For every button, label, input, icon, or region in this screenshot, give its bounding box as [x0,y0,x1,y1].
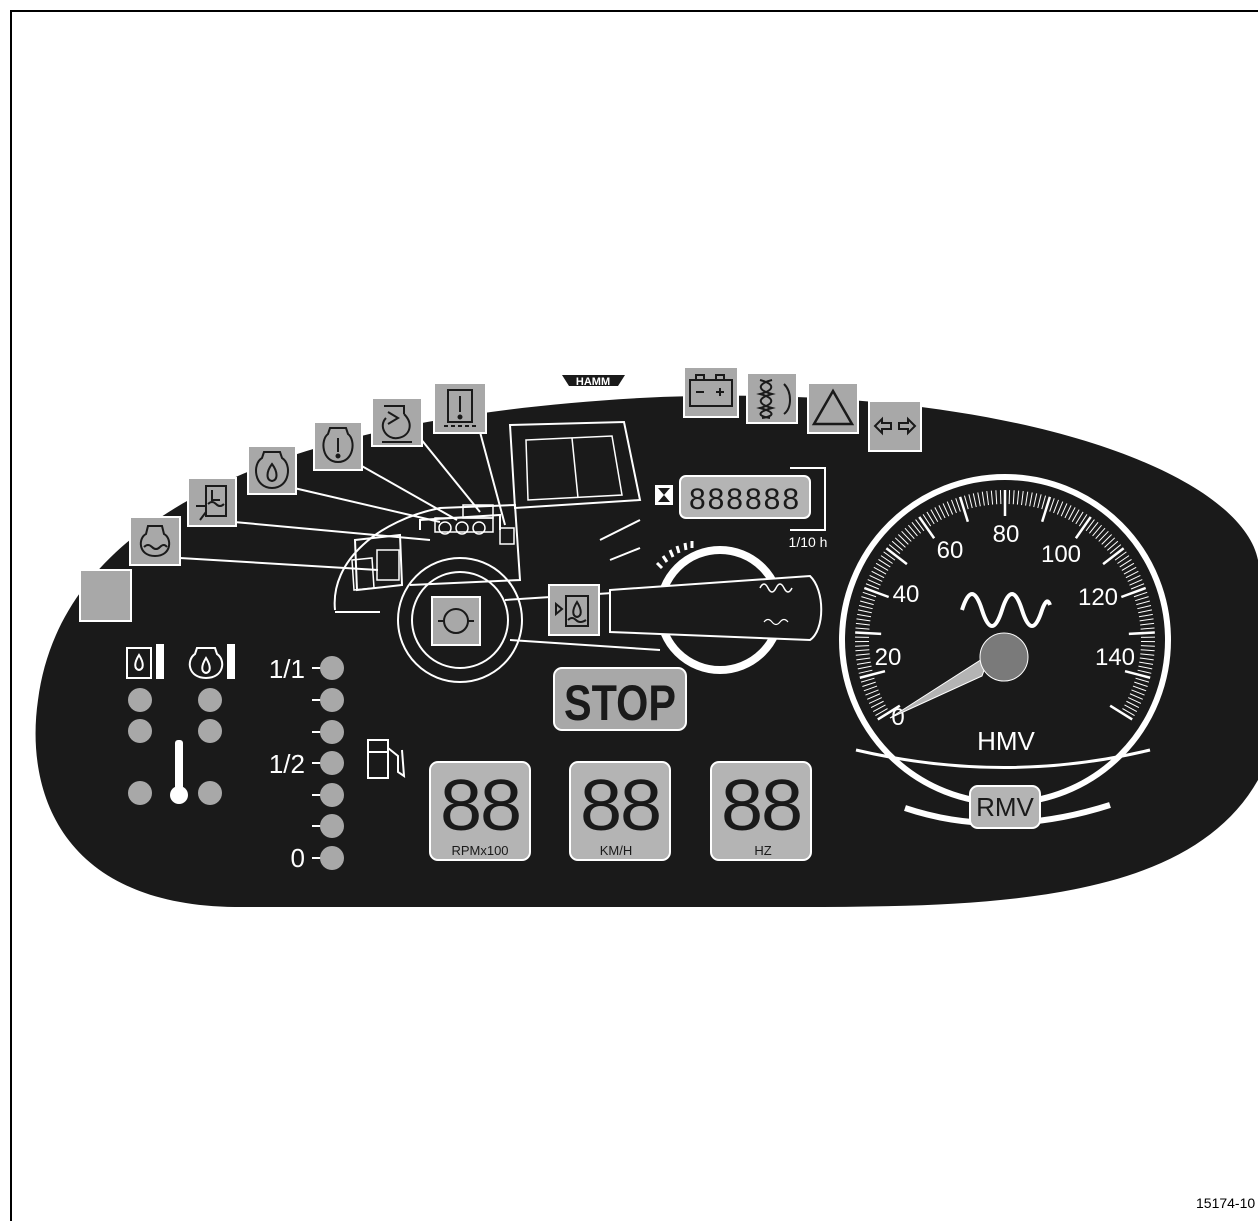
frequency-unit: HZ [754,843,771,858]
fuel-label-full: 1/1 [269,654,305,684]
temp-led [198,719,222,743]
temp-led [128,719,152,743]
turn-signal-lamp [868,400,922,452]
svg-text:HAMM: HAMM [576,376,610,388]
general-warning-lamp [807,382,859,434]
engine-oil-pressure-lamp [247,445,297,495]
svg-text:GROUP: GROUP [510,386,532,392]
svg-text:WIRTGEN: WIRTGEN [502,373,540,382]
speedo-label-40: 40 [893,581,920,608]
speedo-label-100: 100 [1041,541,1081,568]
rpm-unit: RPMx100 [451,843,508,858]
temp-led [128,688,152,712]
engine-warning-lamp [313,421,363,471]
speedo-label-140: 140 [1095,644,1135,671]
water-separator-lamp [187,477,237,527]
hydraulic-oil-level-lamp [548,584,600,636]
speedo-label-120: 120 [1078,584,1118,611]
battery-charge-lamp [683,366,739,418]
stop-label: STOP [564,675,676,731]
temp-led [128,781,152,805]
rmv-lamp: RMV [969,785,1041,829]
wirtgen-group-logo: WIRTGEN GROUP [502,365,540,397]
speedo-minor-tick [1140,645,1155,647]
needle-hub [979,632,1029,682]
digital-display-rpm: 88 RPMx100 [429,761,531,861]
warning-lamp-blank [79,569,132,622]
temp-led [198,781,222,805]
speedo-label-60: 60 [937,537,964,564]
hourglass-icon [655,485,673,505]
stop-lamp: STOP [553,667,687,731]
figure-id: 15174-10 [1196,1195,1256,1211]
temp-led [198,688,222,712]
hydraulic-filter-lamp [433,382,487,434]
speedo-major-tick [1128,631,1155,636]
speedo-label-20: 20 [875,644,902,671]
coolant-level-lamp [129,516,181,566]
speed-unit: KM/H [600,843,633,858]
hmv-label: HMV [977,726,1035,756]
rpm-digits: 88 [440,766,520,846]
speedo-label-0: 0 [891,704,904,731]
preheat-lamp [746,372,798,424]
fuel-label-empty: 0 [291,843,305,873]
instrument-panel: WIRTGEN GROUP HAMM 888888 1/10 h STOP 1/… [35,365,1258,907]
speedo-minor-tick [855,645,870,647]
drum-drive-lamp [431,596,481,646]
speed-digits: 88 [580,766,660,846]
speedo-label-80: 80 [993,521,1020,548]
hour-meter-digits: 888888 [689,483,801,516]
frequency-digits: 88 [721,766,801,846]
digital-display-speed: 88 KM/H [569,761,671,861]
digital-display-frequency: 88 HZ [710,761,812,861]
air-filter-lamp [371,397,423,447]
hamm-logo: HAMM [551,370,637,390]
hour-meter-unit: 1/10 h [789,534,828,550]
rmv-label: RMV [976,792,1034,822]
speedo-major-tick [855,631,882,636]
fuel-label-half: 1/2 [269,749,305,779]
